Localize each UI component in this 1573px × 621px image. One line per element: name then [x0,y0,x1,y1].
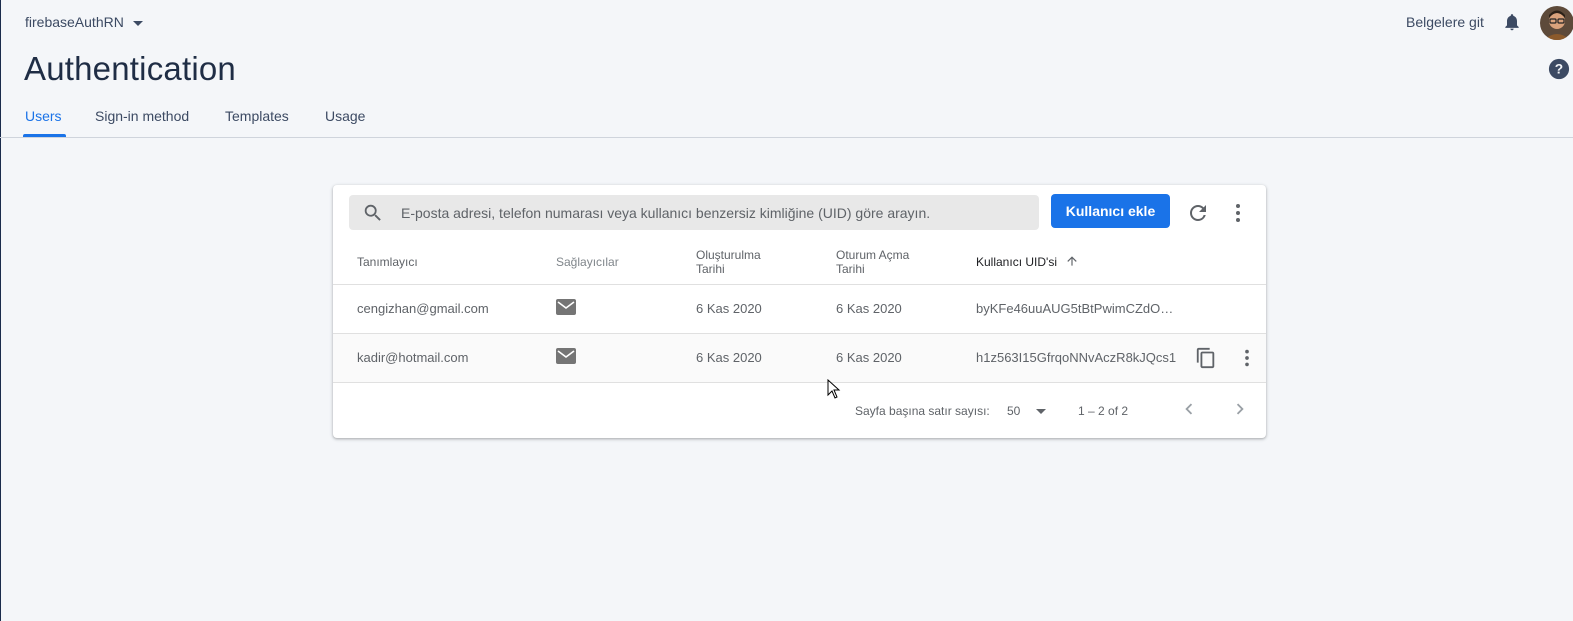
pagination-bar: Sayfa başına satır sayısı: 50 1 – 2 of 2 [333,382,1266,439]
tab-users[interactable]: Users [25,108,62,124]
created-date: 6 Kas 2020 [696,301,762,316]
column-header-created-line2: Tarihi [696,262,725,276]
column-header-signed-in[interactable]: Oturum Açma Tarihi [836,248,909,276]
created-date: 6 Kas 2020 [696,350,762,365]
column-header-signed-in-line2: Tarihi [836,262,865,276]
column-header-created[interactable]: Oluşturulma Tarihi [696,248,761,276]
more-vert-icon[interactable] [1226,201,1250,225]
tab-usage[interactable]: Usage [325,108,365,124]
project-selector[interactable]: firebaseAuthRN [25,14,143,30]
signed-in-date: 6 Kas 2020 [836,350,902,365]
column-header-created-line1: Oluşturulma [696,248,761,262]
search-icon [364,204,381,221]
mail-icon [556,299,576,315]
add-user-button[interactable]: Kullanıcı ekle [1051,194,1170,228]
user-identifier: kadir@hotmail.com [357,350,469,365]
user-uid: byKFe46uuAUG5tBtPwimCZdOwn… [976,301,1181,316]
docs-link[interactable]: Belgelere git [1406,14,1484,30]
sort-ascending-icon[interactable] [1065,254,1079,268]
column-header-uid[interactable]: Kullanıcı UID'si [976,255,1057,269]
tab-bar: Users Sign-in method Templates Usage [0,104,1573,138]
avatar-image [1540,6,1573,40]
rows-per-page-label: Sayfa başına satır sayısı: [855,404,990,418]
chevron-left-icon[interactable] [1178,398,1200,420]
search-bar [349,195,1039,230]
user-uid: h1z563I15GfrqoNNvAczR8kJQcs1 [976,350,1177,365]
tab-sign-in-method[interactable]: Sign-in method [95,108,189,124]
project-name: firebaseAuthRN [25,14,124,30]
chevron-down-icon [132,20,143,26]
copy-icon[interactable] [1195,347,1217,369]
window-edge [0,0,1,621]
users-card: Kullanıcı ekle Tanımlayıcı Sağlayıcılar … [333,185,1266,438]
search-input[interactable] [399,203,1033,222]
table-row[interactable]: cengizhan@gmail.com 6 Kas 2020 6 Kas 202… [333,284,1266,333]
rows-per-page-value: 50 [1007,404,1021,418]
table-row[interactable]: kadir@hotmail.com 6 Kas 2020 6 Kas 2020 … [333,333,1266,382]
rows-per-page-select[interactable]: 50 [1007,401,1053,421]
signed-in-date: 6 Kas 2020 [836,301,902,316]
user-identifier: cengizhan@gmail.com [357,301,489,316]
bell-icon[interactable] [1502,12,1522,32]
column-header-providers: Sağlayıcılar [556,255,619,269]
page-title: Authentication [24,50,236,87]
svg-text:?: ? [1555,62,1563,77]
mail-icon [556,348,576,364]
refresh-icon[interactable] [1186,201,1210,225]
row-more-vert-icon[interactable] [1236,347,1258,369]
pagination-range: 1 – 2 of 2 [1078,404,1129,418]
chevron-down-icon [1036,409,1046,414]
mouse-cursor-icon [827,379,841,399]
chevron-right-icon[interactable] [1229,398,1251,420]
tab-templates[interactable]: Templates [225,108,289,124]
column-header-signed-in-line1: Oturum Açma [836,248,910,262]
column-header-identifier[interactable]: Tanımlayıcı [357,255,418,269]
help-icon[interactable]: ? [1548,58,1570,80]
active-tab-indicator [23,134,66,137]
avatar[interactable] [1540,6,1573,40]
